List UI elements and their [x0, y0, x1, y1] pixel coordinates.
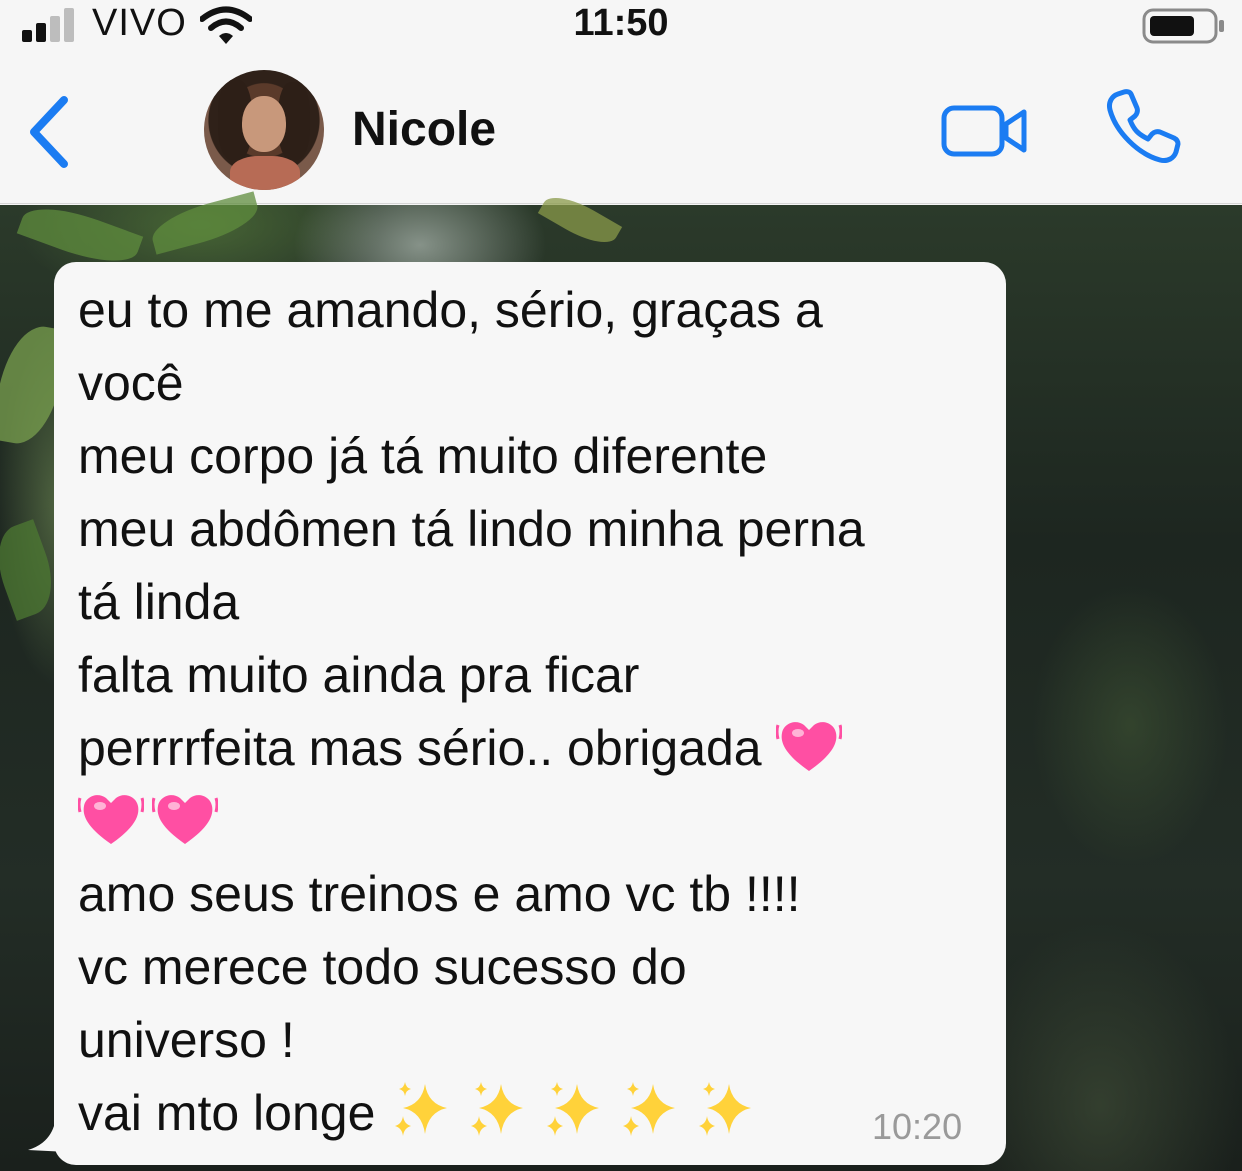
video-call-button[interactable]: [940, 102, 1030, 160]
message-line: falta muito ainda pra ficar: [78, 647, 640, 703]
sparkles-emoji-icon: [623, 1082, 676, 1136]
back-button[interactable]: [24, 94, 74, 170]
message-line-text: perrrrfeita mas sério.. obrigada: [78, 720, 762, 776]
beating-heart-emoji-icon: [775, 722, 842, 771]
message-line: meu abdômen tá lindo minha perna: [78, 501, 865, 557]
message-line: amo seus treinos e amo vc tb !!!!: [78, 866, 801, 922]
contact-name[interactable]: Nicole: [352, 102, 496, 157]
beating-heart-emoji-icon: [78, 795, 144, 844]
sparkles-emoji-icon: [395, 1082, 448, 1136]
status-time: 11:50: [573, 2, 669, 44]
phone-call-button[interactable]: [1104, 86, 1184, 166]
emoji-line: [78, 785, 988, 858]
message-line: você: [78, 355, 184, 411]
sparkles-emoji-icon: [471, 1082, 524, 1136]
message-line: tá linda: [78, 574, 240, 630]
sparkles-emoji-icon: [699, 1082, 752, 1136]
sparkles-emoji-icon: [547, 1082, 600, 1136]
message-line: vc merece todo sucesso do: [78, 939, 687, 995]
message-timestamp: 10:20: [872, 1106, 963, 1147]
battery-icon: [1142, 8, 1224, 44]
chat-header: Nicole: [0, 56, 1242, 204]
beating-heart-emoji-icon: [152, 795, 218, 844]
message-text: eu to me amando, sério, graças a você me…: [78, 274, 988, 1150]
message-line: eu to me amando, sério, graças a: [78, 282, 823, 338]
avatar[interactable]: [204, 70, 324, 190]
message-line: universo !: [78, 1012, 295, 1068]
message-line-text: vai mto longe: [78, 1085, 376, 1141]
message-line-with-emoji: perrrrfeita mas sério.. obrigada: [78, 712, 988, 785]
message-line-with-emoji: vai mto longe: [78, 1077, 988, 1150]
status-bar: VIVO 11:50: [0, 0, 1242, 56]
message-line: meu corpo já tá muito diferente: [78, 428, 768, 484]
